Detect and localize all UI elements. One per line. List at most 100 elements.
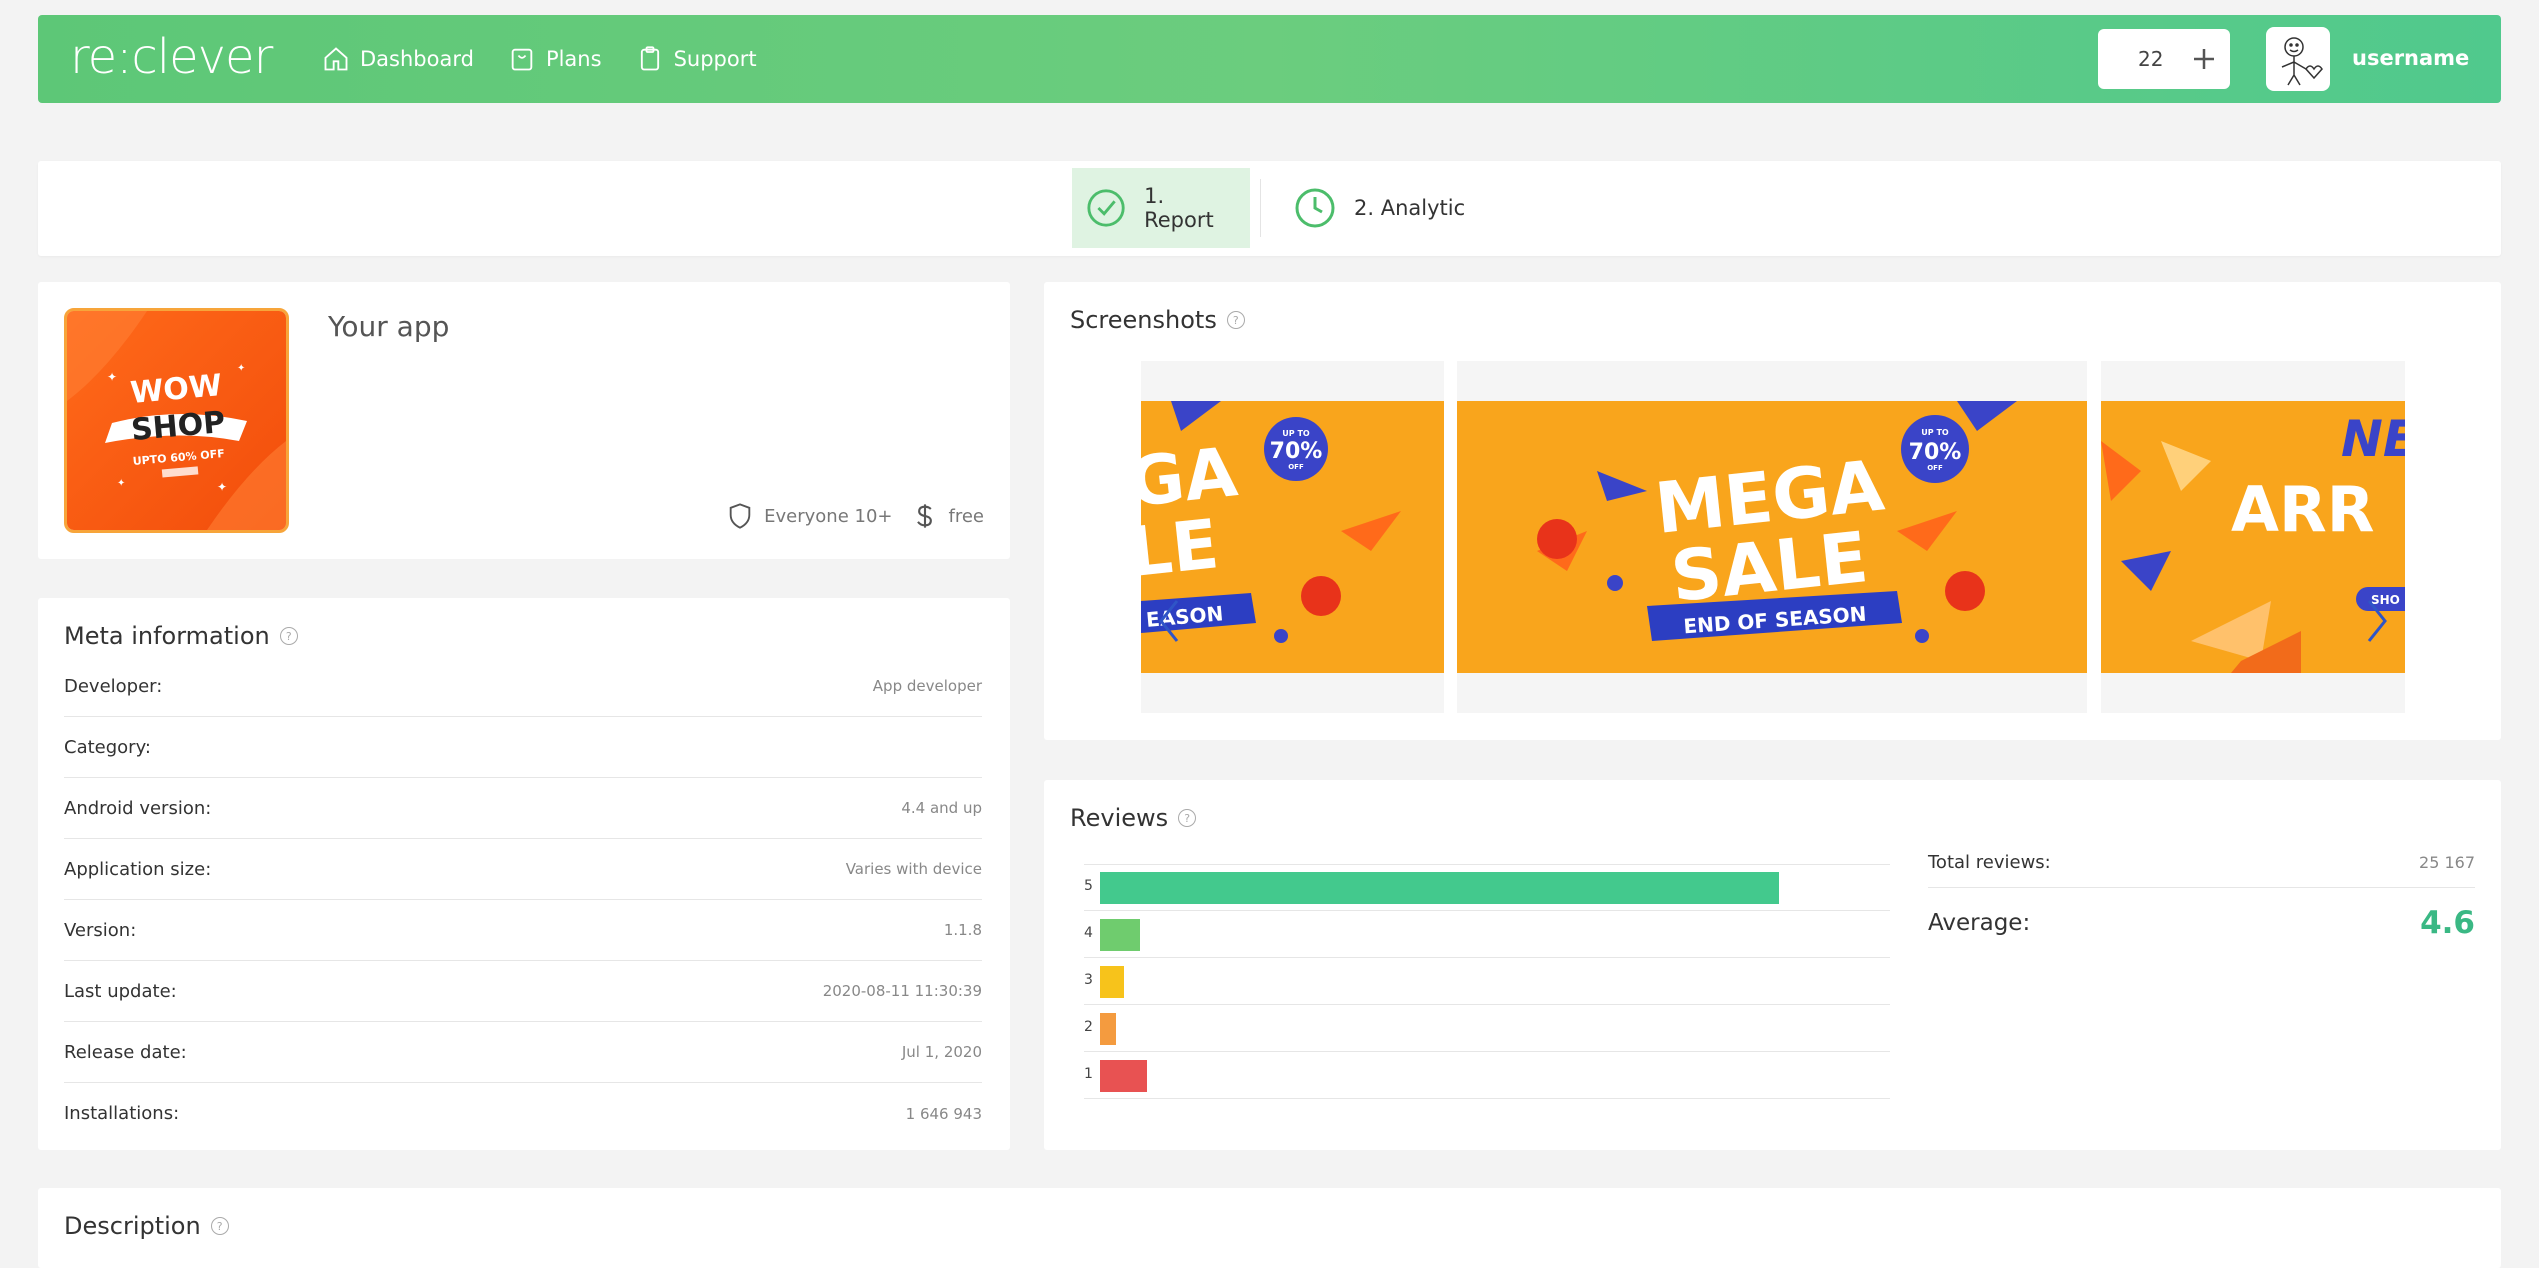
- meta-value: 2020-08-11 11:30:39: [822, 982, 982, 1000]
- avatar-figure-icon: [2281, 37, 2323, 86]
- description-card: Description ?: [38, 1188, 2501, 1268]
- meta-row-app-size: Application size: Varies with device: [64, 839, 982, 900]
- total-reviews-value: 25 167: [2419, 853, 2475, 872]
- meta-row-installations: Installations: 1 646 943: [64, 1083, 982, 1144]
- svg-text:NE: NE: [2341, 410, 2405, 468]
- credits-value: 22: [2138, 47, 2164, 71]
- rating-label: 4: [1084, 925, 1093, 941]
- average-rating-row: Average: 4.6: [1928, 898, 2475, 948]
- help-icon[interactable]: ?: [1226, 311, 1245, 329]
- shopping-bag-icon: [511, 48, 533, 71]
- meta-info-title-text: Meta information: [64, 622, 270, 650]
- tab-analytic-label: 2. Analytic: [1354, 196, 1466, 220]
- app-icon-graphic: WOW SHOP UPTO 60% OFF ✦ ✦ ✦ ✦: [67, 311, 286, 530]
- description-title-text: Description: [64, 1212, 201, 1240]
- rating-row-2: 2: [1084, 1005, 1890, 1052]
- price: free: [948, 505, 985, 527]
- meta-label: Installations:: [64, 1103, 180, 1124]
- meta-row-android-version: Android version: 4.4 and up: [64, 778, 982, 839]
- rating-label: 2: [1084, 1019, 1093, 1035]
- meta-value: 1.1.8: [943, 921, 982, 939]
- rating-label: 3: [1084, 972, 1093, 988]
- clock-icon: [1295, 188, 1335, 228]
- badge-bottom-text: OFF: [1927, 464, 1943, 472]
- screenshot-slide[interactable]: UP TO 70% OFF GA LE EASON: [1141, 361, 1444, 713]
- meta-label: Category:: [64, 736, 151, 758]
- help-icon[interactable]: ?: [279, 627, 298, 645]
- main-nav: Dashboard Plans Support: [322, 15, 757, 103]
- rating-bar-2: [1100, 1013, 1116, 1045]
- meta-value: 1 646 943: [905, 1104, 982, 1123]
- avatar[interactable]: [2266, 27, 2330, 91]
- svg-text:✦: ✦: [237, 363, 245, 374]
- rating-row-1: 1: [1084, 1052, 1890, 1099]
- home-icon: [324, 47, 348, 71]
- svg-text:✦: ✦: [117, 478, 125, 489]
- rating-label: 1: [1084, 1066, 1093, 1082]
- screenshots-title-text: Screenshots: [1070, 306, 1217, 334]
- meta-label: Android version:: [64, 797, 212, 819]
- screenshot-image: UP TO 70% OFF MEGA SALE END OF SEASON: [1457, 401, 2087, 673]
- chevron-right-icon[interactable]: [2357, 591, 2397, 651]
- meta-value: Varies with device: [845, 860, 982, 878]
- app-badges: Everyone 10+ free: [726, 502, 984, 530]
- dollar-icon: [916, 504, 932, 528]
- screenshots-card: Screenshots ? UP TO 70% OFF GA LE EASON …: [1044, 282, 2501, 740]
- svg-text:✦: ✦: [107, 370, 117, 384]
- meta-row-release-date: Release date: Jul 1, 2020: [64, 1022, 982, 1083]
- badge-pct-text: 70%: [1909, 440, 1962, 465]
- tab-analytic[interactable]: 2. Analytic: [1280, 168, 1479, 248]
- rating-bar-3: [1100, 966, 1124, 998]
- reviews-title: Reviews ?: [1070, 804, 1197, 832]
- rating-distribution-chart: 5 4 3 2 1: [1084, 864, 1890, 1103]
- chevron-left-icon[interactable]: [1149, 591, 1189, 651]
- screenshots-title: Screenshots ?: [1070, 306, 1245, 334]
- rating-row-4: 4: [1084, 911, 1890, 958]
- logo[interactable]: re:clever: [70, 29, 273, 85]
- meta-row-version: Version: 1.1.8: [64, 900, 982, 961]
- rating-bar-4: [1100, 919, 1140, 951]
- check-circle-icon: [1087, 189, 1125, 227]
- average-rating-value: 4.6: [2420, 905, 2475, 941]
- total-reviews-label: Total reviews:: [1928, 852, 2051, 873]
- badge-top-text: UP TO: [1921, 428, 1949, 437]
- badge-bottom-text: OFF: [1288, 463, 1304, 471]
- help-icon[interactable]: ?: [210, 1217, 229, 1235]
- nav-plans-label: Plans: [545, 47, 602, 71]
- meta-value: App developer: [872, 677, 982, 695]
- badge-pct-text: 70%: [1270, 439, 1323, 464]
- meta-row-developer: Developer: App developer: [64, 656, 982, 717]
- app-name: Your app: [328, 310, 450, 343]
- screenshot-slide[interactable]: NE ARR SHO: [2101, 361, 2405, 713]
- description-title: Description ?: [64, 1212, 229, 1240]
- screenshot-slide[interactable]: UP TO 70% OFF MEGA SALE END OF SEASON: [1457, 361, 2087, 713]
- slide-big-text: ARR: [2231, 473, 2374, 546]
- step-divider: [1260, 179, 1261, 237]
- meta-info-card: Meta information ? Developer: App develo…: [38, 598, 1010, 1150]
- svg-text:LE: LE: [1141, 505, 1222, 593]
- nav-dashboard-label: Dashboard: [360, 47, 474, 71]
- username[interactable]: username: [2352, 46, 2469, 70]
- plus-icon[interactable]: [2188, 43, 2220, 75]
- help-icon[interactable]: ?: [1178, 809, 1197, 827]
- rating-row-3: 3: [1084, 958, 1890, 1005]
- app-icon: WOW SHOP UPTO 60% OFF ✦ ✦ ✦ ✦: [64, 308, 289, 533]
- content-rating: Everyone 10+: [764, 505, 893, 527]
- meta-label: Application size:: [64, 858, 212, 880]
- rating-row-5: 5: [1084, 864, 1890, 911]
- reviews-card: Reviews ? 5 4 3 2 1 Total reviews: 25 167 Av…: [1044, 780, 2501, 1150]
- average-rating-label: Average:: [1928, 910, 2031, 936]
- badge-top-text: UP TO: [1282, 429, 1310, 438]
- screenshots-carousel[interactable]: UP TO 70% OFF GA LE EASON UP TO 70% OFF …: [1141, 361, 2405, 713]
- tab-report-label: 1. Report: [1144, 184, 1214, 232]
- nav-plans[interactable]: Plans: [508, 45, 602, 73]
- meta-value: Jul 1, 2020: [901, 1043, 982, 1061]
- svg-text:✦: ✦: [217, 480, 227, 494]
- nav-support[interactable]: Support: [636, 45, 757, 73]
- reviews-title-text: Reviews: [1070, 804, 1169, 832]
- tab-report[interactable]: 1. Report: [1072, 168, 1250, 248]
- nav-dashboard[interactable]: Dashboard: [322, 45, 474, 73]
- steps-bar: 1. Report 2. Analytic: [38, 161, 2501, 256]
- meta-label: Last update:: [64, 980, 177, 1002]
- meta-label: Developer:: [64, 675, 163, 697]
